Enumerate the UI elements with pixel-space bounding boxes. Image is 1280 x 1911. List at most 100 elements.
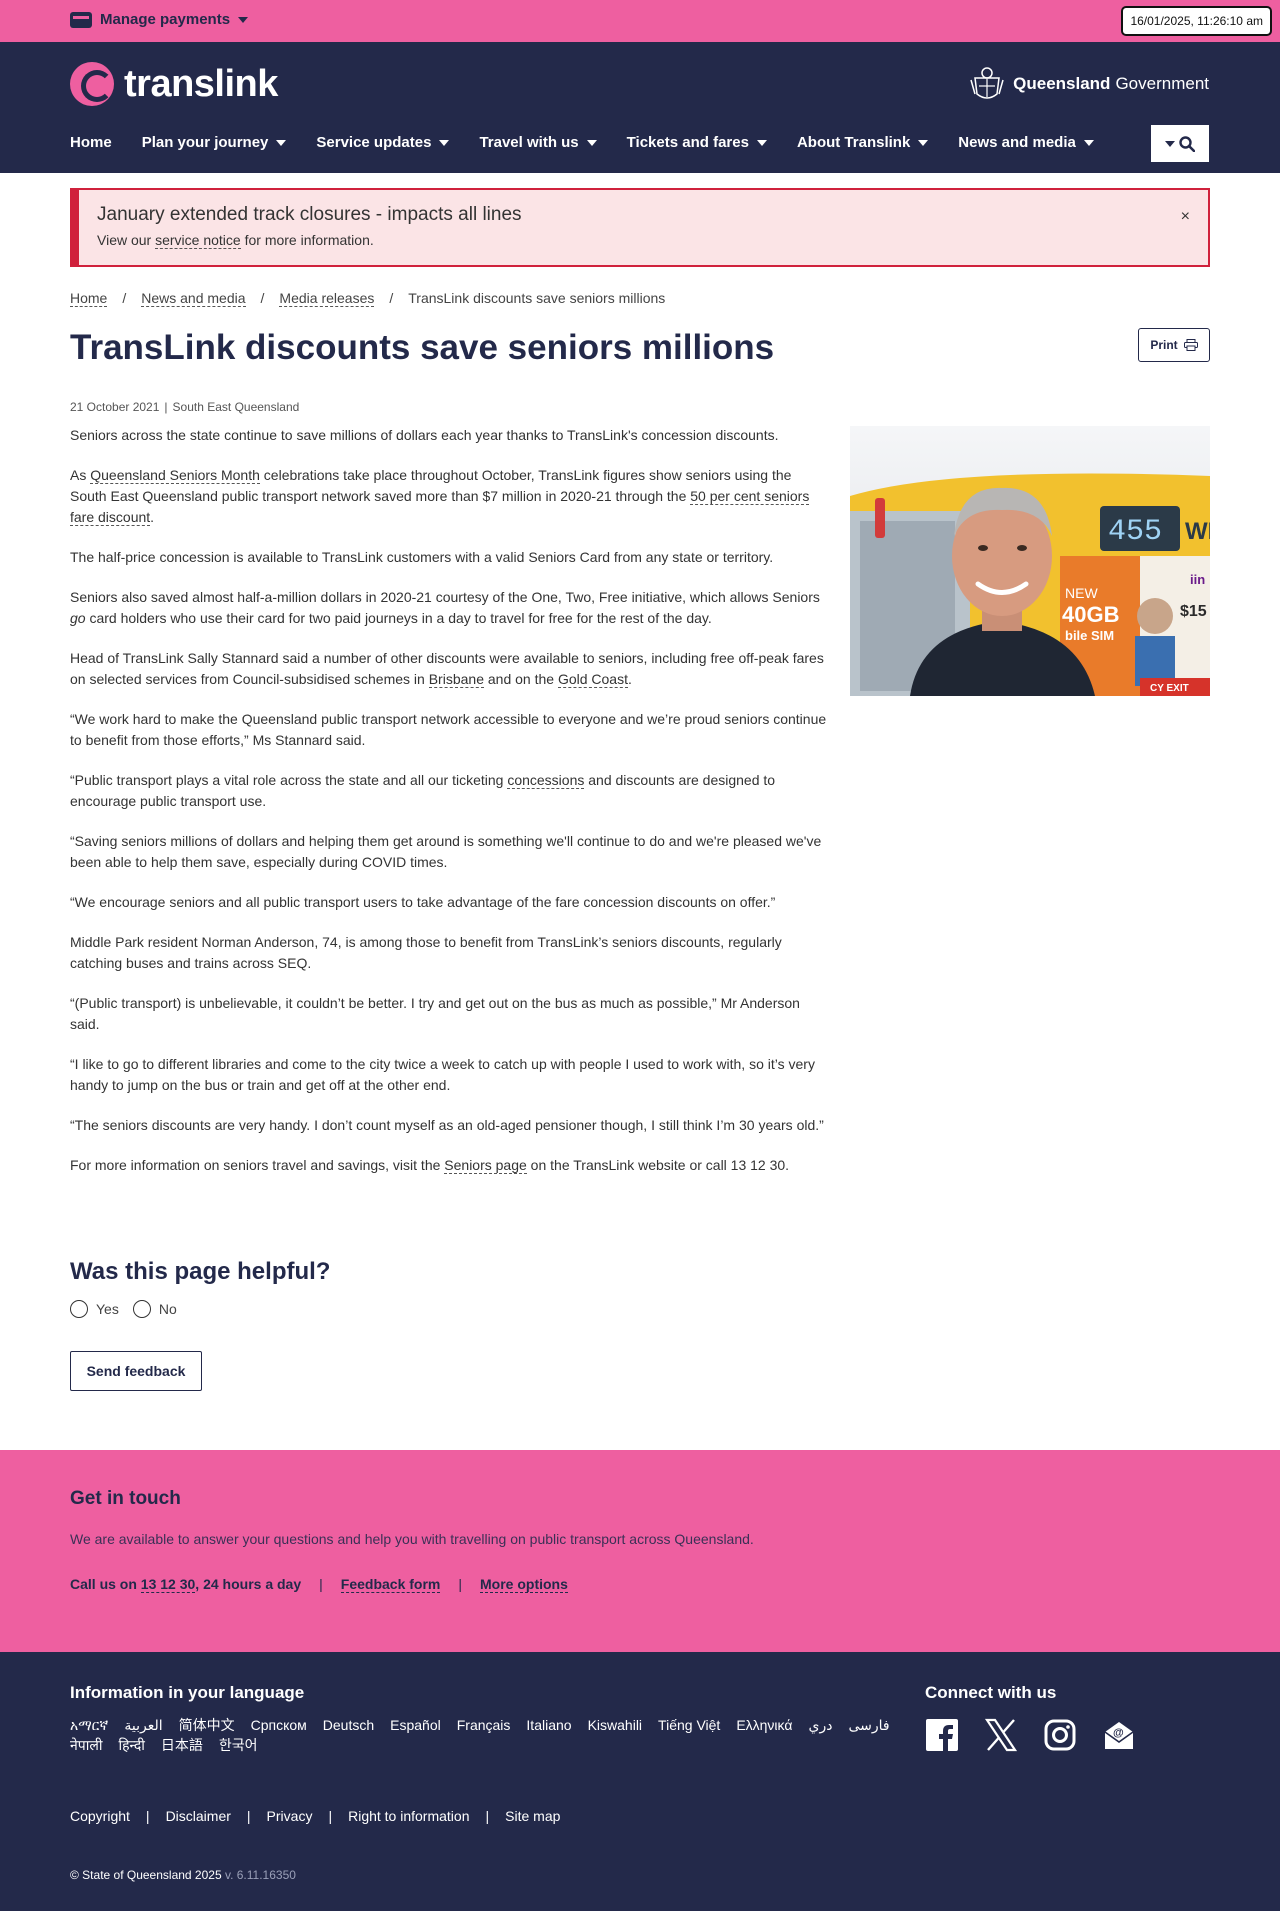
language-link[interactable]: دري	[808, 1715, 832, 1735]
seniors-month-link[interactable]: Queensland Seniors Month	[90, 467, 260, 484]
paragraph: Seniors across the state continue to sav…	[70, 427, 779, 443]
logo-text: translink	[124, 62, 278, 105]
language-link[interactable]: Italiano	[526, 1715, 571, 1735]
language-title: Information in your language	[70, 1683, 305, 1702]
service-alert: January extended track closures - impact…	[70, 188, 1210, 267]
main-nav: Home Plan your journey Service updates T…	[70, 134, 1124, 151]
alert-title: January extended track closures - impact…	[97, 204, 522, 225]
crest-icon	[970, 67, 1004, 99]
close-icon[interactable]: ×	[1181, 208, 1190, 226]
x-icon[interactable]	[984, 1718, 1018, 1752]
more-options-link[interactable]: More options	[480, 1576, 568, 1593]
search-icon	[1179, 135, 1195, 152]
instagram-icon[interactable]	[1043, 1718, 1077, 1752]
language-link[interactable]: Tiếng Việt	[658, 1715, 720, 1735]
chevron-down-icon	[918, 140, 929, 147]
language-link[interactable]: Deutsch	[323, 1715, 374, 1735]
helpful-title: Was this page helpful?	[70, 1258, 331, 1285]
paragraph: “Saving seniors millions of dollars and …	[70, 833, 822, 870]
bus-sign-text: 455	[1108, 515, 1162, 549]
breadcrumb-current: TransLink discounts save seniors million…	[408, 290, 666, 306]
concessions-link[interactable]: concessions	[507, 772, 585, 789]
site-header: translink Queensland Government Home Pla…	[0, 42, 1280, 173]
copyright-text: © State of Queensland 2025 v. 6.11.16350	[70, 1868, 296, 1882]
send-feedback-button[interactable]: Send feedback	[70, 1351, 202, 1391]
paragraph: Middle Park resident Norman Anderson, 74…	[70, 934, 782, 971]
no-label: No	[158, 1301, 177, 1317]
breadcrumb: Home / News and media / Media releases /…	[70, 290, 666, 307]
yes-radio[interactable]	[70, 1300, 88, 1318]
language-link[interactable]: Français	[457, 1715, 511, 1735]
feedback-form-link[interactable]: Feedback form	[340, 1576, 441, 1593]
nav-service-updates[interactable]: Service updates	[316, 134, 450, 151]
nav-home[interactable]: Home	[70, 134, 112, 151]
nav-travel-with-us[interactable]: Travel with us	[479, 134, 597, 151]
breadcrumb-news-and-media[interactable]: News and media	[141, 290, 246, 307]
language-link[interactable]: አማርኛ	[70, 1715, 108, 1735]
manage-payments-menu[interactable]: Manage payments	[70, 11, 249, 28]
version-text: v. 6.11.16350	[224, 1868, 296, 1882]
language-link[interactable]: Español	[390, 1715, 441, 1735]
language-link[interactable]: हिन्दी	[118, 1735, 144, 1755]
chevron-down-icon	[586, 140, 597, 147]
nav-about-translink[interactable]: About Translink	[797, 134, 929, 151]
translink-logo[interactable]: translink	[70, 62, 278, 106]
language-link[interactable]: فارسی	[848, 1715, 889, 1735]
paragraph: “We encourage seniors and all public tra…	[70, 894, 776, 910]
chevron-down-icon	[1083, 140, 1094, 147]
paragraph: Head of TransLink Sally Stannard said a …	[70, 650, 824, 688]
get-in-touch-title: Get in touch	[70, 1488, 181, 1509]
facebook-icon[interactable]	[925, 1718, 959, 1752]
ad-exit-text: CY EXIT	[1150, 683, 1189, 694]
nav-plan-your-journey[interactable]: Plan your journey	[142, 134, 287, 151]
no-radio[interactable]	[132, 1300, 151, 1318]
breadcrumb-home[interactable]: Home	[70, 290, 108, 307]
bus-side-text: WI	[1185, 518, 1210, 545]
yes-label: Yes	[96, 1301, 119, 1317]
phone-link[interactable]: 13 12 30	[140, 1576, 196, 1593]
language-link[interactable]: Kiswahili	[588, 1715, 642, 1735]
paragraph: Seniors also saved almost half-a-million…	[70, 589, 820, 626]
seniors-page-link[interactable]: Seniors page	[444, 1157, 527, 1174]
breadcrumb-media-releases[interactable]: Media releases	[279, 290, 375, 307]
language-link[interactable]: 日本語	[161, 1735, 203, 1755]
nav-tickets-and-fares[interactable]: Tickets and fares	[627, 134, 767, 151]
get-in-touch-description: We are available to answer your question…	[70, 1531, 754, 1547]
language-link[interactable]: नेपाली	[70, 1735, 102, 1755]
paragraph: For more information on seniors travel a…	[70, 1157, 790, 1174]
service-notice-link[interactable]: service notice	[155, 232, 241, 249]
language-link[interactable]: Српском	[251, 1715, 307, 1735]
article-photo: 455 WI NEW 40GB bile SIM $15 iin CY EXIT	[850, 426, 1210, 696]
gov-name-bold: Queensland	[1013, 74, 1111, 93]
footer-link-disclaimer[interactable]: Disclaimer	[166, 1808, 231, 1824]
chevron-down-icon	[1165, 140, 1175, 147]
chevron-down-icon	[439, 140, 450, 147]
contact-links: Call us on 13 12 30, 24 hours a day | Fe…	[70, 1576, 568, 1593]
paragraph: “We work hard to make the Queensland pub…	[70, 711, 827, 748]
language-link[interactable]: 简体中文	[179, 1715, 235, 1735]
nav-news-and-media[interactable]: News and media	[958, 134, 1094, 151]
chevron-down-icon	[276, 140, 287, 147]
footer-links: Copyright | Disclaimer | Privacy | Right to…	[70, 1808, 561, 1824]
footer-link-site-map[interactable]: Site map	[505, 1808, 560, 1824]
print-button[interactable]: Print	[1138, 328, 1210, 362]
social-links: @	[925, 1718, 1136, 1752]
helpful-options: Yes No	[70, 1300, 191, 1318]
article-meta: 21 October 2021 | South East Queensland	[70, 400, 300, 414]
queensland-government-logo[interactable]: Queensland Government	[967, 64, 1209, 104]
card-icon	[70, 11, 92, 28]
footer-link-copyright[interactable]: Copyright	[70, 1808, 130, 1824]
footer-link-privacy[interactable]: Privacy	[267, 1808, 313, 1824]
search-button[interactable]	[1151, 125, 1209, 162]
footer-link-right-to-information[interactable]: Right to information	[348, 1808, 469, 1824]
brisbane-link[interactable]: Brisbane	[428, 671, 484, 688]
language-link[interactable]: العربية	[124, 1715, 162, 1735]
article-date: 21 October 2021	[70, 400, 160, 414]
language-link[interactable]: 한국어	[219, 1735, 258, 1755]
paragraph: The half-price concession is available t…	[70, 549, 774, 565]
paragraph: “Public transport plays a vital role acr…	[70, 772, 776, 809]
ad-sim-text: bile SIM	[1065, 628, 1114, 643]
gold-coast-link[interactable]: Gold Coast	[557, 671, 628, 688]
language-link[interactable]: Ελληνικά	[736, 1715, 792, 1735]
email-icon[interactable]: @	[1102, 1718, 1136, 1752]
